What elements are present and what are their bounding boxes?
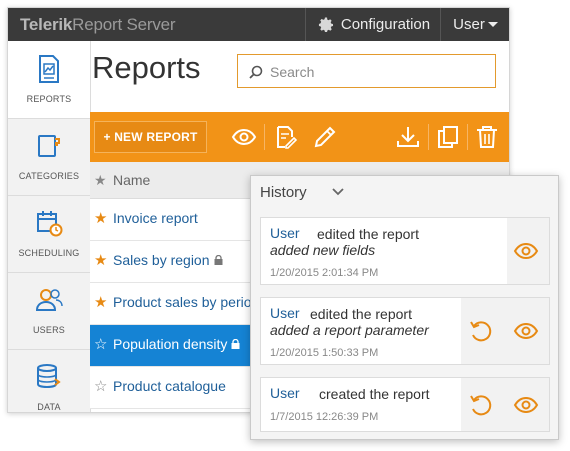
lock-icon <box>231 339 240 350</box>
user-menu-label: User <box>453 16 485 33</box>
calendar-clock-icon <box>37 211 63 237</box>
report-name: Product catalogue <box>113 378 226 394</box>
sidebar: REPORTS CATEGORIES SCHEDULING USERS DATA <box>8 41 91 412</box>
star-icon[interactable]: ★ <box>94 172 107 189</box>
history-timestamp: 1/20/2015 1:50:33 PM <box>270 347 379 359</box>
history-entry: User edited the report added a report pa… <box>260 297 550 365</box>
database-icon <box>37 364 61 389</box>
history-user-link[interactable]: User <box>270 385 300 401</box>
column-header-name[interactable]: Name <box>113 172 150 188</box>
toolbar-divider <box>467 124 468 150</box>
history-actions <box>461 298 549 364</box>
eye-icon[interactable] <box>513 238 539 264</box>
page-title: Reports <box>92 50 201 85</box>
trash-icon[interactable] <box>474 124 500 150</box>
star-outline-icon[interactable]: ☆ <box>94 377 107 395</box>
configuration-label: Configuration <box>340 16 431 33</box>
history-timestamp: 1/20/2015 2:01:34 PM <box>270 267 379 279</box>
toolbar-divider <box>428 124 429 150</box>
history-actions <box>461 378 549 431</box>
star-icon[interactable]: ★ <box>94 209 107 227</box>
history-actions <box>507 218 549 284</box>
users-icon <box>35 289 63 311</box>
edit-document-icon[interactable] <box>272 124 298 150</box>
sidebar-item-label: CATEGORIES <box>18 171 80 181</box>
history-panel: History User edited the report added new… <box>250 175 559 440</box>
sidebar-item-users[interactable]: USERS <box>8 272 90 350</box>
history-title: History <box>260 184 307 201</box>
sidebar-item-label: DATA <box>37 402 61 412</box>
report-toolbar: + NEW REPORT <box>90 112 509 162</box>
new-report-button[interactable]: + NEW REPORT <box>94 121 207 153</box>
report-name: Product sales by perio <box>113 294 252 310</box>
revert-icon[interactable] <box>468 392 494 418</box>
sidebar-item-label: SCHEDULING <box>18 248 80 258</box>
history-entry: User created the report 1/7/2015 12:26:3… <box>260 377 550 432</box>
history-action: created the report <box>319 386 430 402</box>
sidebar-item-data[interactable]: DATA <box>8 349 90 412</box>
history-detail: added new fields <box>270 242 376 258</box>
search-input[interactable] <box>268 61 487 83</box>
history-action: edited the report <box>310 306 412 322</box>
report-icon <box>39 55 59 83</box>
eye-icon[interactable] <box>513 392 539 418</box>
copy-icon[interactable] <box>435 124 461 150</box>
download-icon[interactable] <box>395 124 421 150</box>
report-name: Invoice report <box>113 210 198 226</box>
revert-icon[interactable] <box>468 318 494 344</box>
sidebar-item-label: REPORTS <box>26 94 72 104</box>
report-name: Population density <box>113 336 240 352</box>
chevron-down-icon[interactable] <box>332 188 344 196</box>
sidebar-item-reports[interactable]: REPORTS <box>8 41 90 119</box>
history-entry: User edited the report added new fields … <box>260 217 550 285</box>
search-box[interactable] <box>237 54 496 88</box>
sidebar-item-categories[interactable]: CATEGORIES <box>8 118 90 196</box>
sidebar-item-scheduling[interactable]: SCHEDULING <box>8 195 90 273</box>
lock-icon <box>214 255 223 266</box>
gear-icon <box>318 17 333 32</box>
history-user-link[interactable]: User <box>270 305 300 321</box>
top-bar: TelerikReport Server Configuration User <box>8 8 509 41</box>
star-icon[interactable]: ★ <box>94 293 107 311</box>
toolbar-divider <box>264 124 265 150</box>
chevron-down-icon <box>487 22 498 27</box>
brand-logo: TelerikReport Server <box>20 15 176 34</box>
eye-icon[interactable] <box>231 124 257 150</box>
configuration-button[interactable]: Configuration <box>305 8 441 41</box>
search-icon <box>249 65 263 79</box>
pencil-icon[interactable] <box>312 124 338 150</box>
user-menu[interactable]: User <box>440 8 509 41</box>
eye-icon[interactable] <box>513 318 539 344</box>
history-detail: added a report parameter <box>270 322 429 338</box>
history-user-link[interactable]: User <box>270 225 300 241</box>
categories-icon <box>38 135 60 157</box>
history-action: edited the report <box>317 226 419 242</box>
star-icon[interactable]: ★ <box>94 251 107 269</box>
report-name: Sales by region <box>113 252 223 268</box>
sidebar-item-label: USERS <box>32 325 65 335</box>
star-outline-icon[interactable]: ☆ <box>94 335 107 353</box>
history-timestamp: 1/7/2015 12:26:39 PM <box>270 411 379 423</box>
